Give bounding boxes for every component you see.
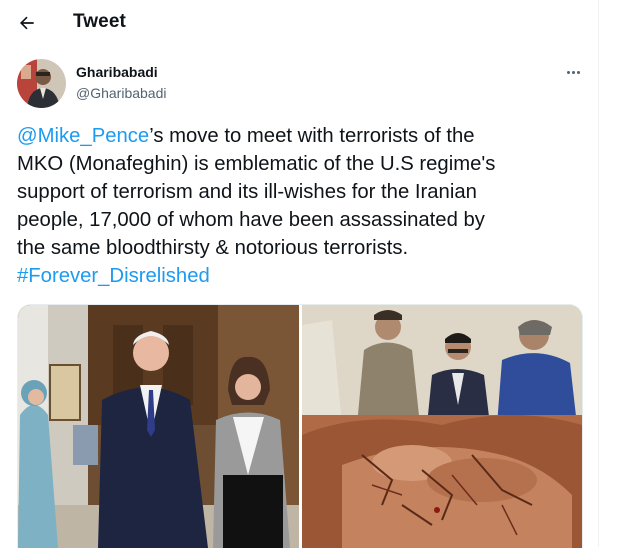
tweet-line: @Mike_Pence’s move to meet with terroris… — [17, 125, 475, 147]
hashtag-link[interactable]: #Forever_Disrelished — [17, 265, 210, 287]
more-horizontal-icon — [566, 70, 570, 74]
mention-link[interactable]: @Mike_Pence — [17, 125, 149, 147]
author-handle[interactable]: @Gharibabadi — [76, 85, 167, 101]
tweet-media — [17, 304, 583, 548]
tweet-detail-page: Tweet Gharibabadi @Gharibabadi @Mike_Pen… — [0, 0, 599, 548]
tweet-line: MKO (Monafeghin) is emblematic of the U.… — [17, 153, 496, 175]
header: Tweet — [0, 0, 598, 44]
arrow-left-icon — [19, 16, 34, 30]
tweet-line: support of terrorism and its ill-wishes … — [17, 181, 477, 203]
back-button[interactable] — [12, 8, 42, 38]
more-options-button[interactable] — [560, 62, 586, 82]
scrollbar-track[interactable] — [599, 0, 624, 547]
tweet-line: #Forever_Disrelished — [17, 262, 587, 290]
tweet-line: people, 17,000 of whom have been assassi… — [17, 209, 485, 231]
page-title: Tweet — [73, 11, 126, 32]
tweet-line: the same bloodthirsty & notorious terror… — [17, 237, 409, 259]
author-name[interactable]: Gharibabadi — [76, 64, 158, 80]
media-photo-left[interactable] — [18, 305, 299, 548]
tweet-text: @Mike_Pence’s move to meet with terroris… — [17, 122, 587, 290]
avatar[interactable] — [17, 59, 66, 108]
media-photo-right[interactable] — [302, 305, 582, 548]
